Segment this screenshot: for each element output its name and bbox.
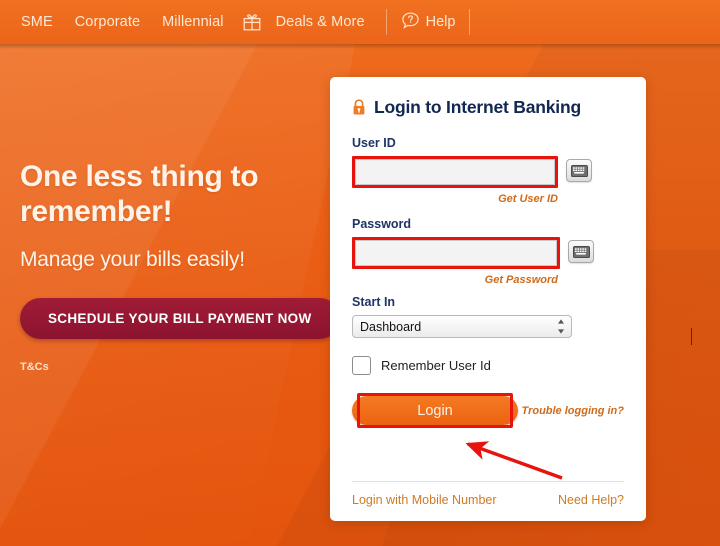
login-card-footer: Login with Mobile Number Need Help? bbox=[352, 481, 624, 507]
top-navigation-bar: SME Corporate Millennial Deals & More He… bbox=[0, 0, 720, 44]
user-id-label: User ID bbox=[352, 136, 396, 150]
promo-banner: One less thing to remember! Manage your … bbox=[20, 160, 340, 373]
promo-subline: Manage your bills easily! bbox=[20, 247, 245, 271]
terms-and-conditions-link[interactable]: T&Cs bbox=[20, 361, 340, 373]
page-root: SME Corporate Millennial Deals & More He… bbox=[0, 0, 720, 546]
user-id-input[interactable] bbox=[355, 159, 555, 185]
nav-item-corporate[interactable]: Corporate bbox=[64, 0, 151, 44]
user-id-virtual-keyboard-icon[interactable] bbox=[566, 159, 592, 182]
login-card: Login to Internet Banking User ID Get Us… bbox=[330, 77, 692, 521]
login-button[interactable]: Login bbox=[352, 396, 518, 425]
password-field-row bbox=[352, 237, 624, 269]
login-button-wrapper: Login bbox=[352, 393, 518, 428]
login-card-header: Login to Internet Banking bbox=[352, 97, 624, 118]
user-id-field-row bbox=[352, 156, 624, 188]
nav-divider-left bbox=[385, 9, 387, 35]
login-action-row: Login Trouble logging in? bbox=[352, 393, 624, 428]
nav-item-millennial[interactable]: Millennial bbox=[151, 0, 234, 44]
promo-headline: One less thing to remember! bbox=[20, 160, 259, 228]
lock-icon bbox=[352, 99, 366, 116]
password-highlight-box bbox=[352, 237, 560, 269]
header-shadow-strip bbox=[0, 44, 720, 49]
nav-item-deals-more[interactable]: Deals & More bbox=[265, 0, 376, 44]
remember-user-id-label: Remember User Id bbox=[381, 358, 491, 373]
password-label: Password bbox=[352, 217, 412, 231]
nav-item-sme[interactable]: SME bbox=[10, 0, 64, 44]
trouble-logging-in-link[interactable]: Trouble logging in? bbox=[522, 405, 624, 417]
need-help-link[interactable]: Need Help? bbox=[558, 493, 624, 507]
remember-user-id-row[interactable]: Remember User Id bbox=[352, 356, 624, 375]
schedule-bill-payment-button[interactable]: SCHEDULE YOUR BILL PAYMENT NOW bbox=[20, 297, 340, 339]
get-user-id-link[interactable]: Get User ID bbox=[352, 193, 558, 205]
help-question-bubble-icon bbox=[401, 11, 420, 34]
password-virtual-keyboard-icon[interactable] bbox=[568, 240, 594, 263]
start-in-label: Start In bbox=[352, 295, 396, 309]
nav-item-help[interactable]: Help bbox=[397, 11, 460, 34]
nav-divider-right bbox=[469, 9, 471, 35]
start-in-select-wrapper: DashboardAccountsPaymentsCards bbox=[352, 315, 572, 338]
page-title: Login to Internet Banking bbox=[374, 97, 581, 117]
remember-user-id-checkbox[interactable] bbox=[352, 356, 371, 375]
start-in-select[interactable]: DashboardAccountsPaymentsCards bbox=[352, 315, 572, 338]
get-password-link[interactable]: Get Password bbox=[352, 274, 558, 286]
text-caret bbox=[691, 328, 692, 345]
password-input[interactable] bbox=[355, 240, 557, 266]
login-with-mobile-number-link[interactable]: Login with Mobile Number bbox=[352, 493, 497, 507]
gift-icon bbox=[241, 10, 263, 34]
user-id-highlight-box bbox=[352, 156, 558, 188]
nav-help-label: Help bbox=[425, 14, 456, 30]
